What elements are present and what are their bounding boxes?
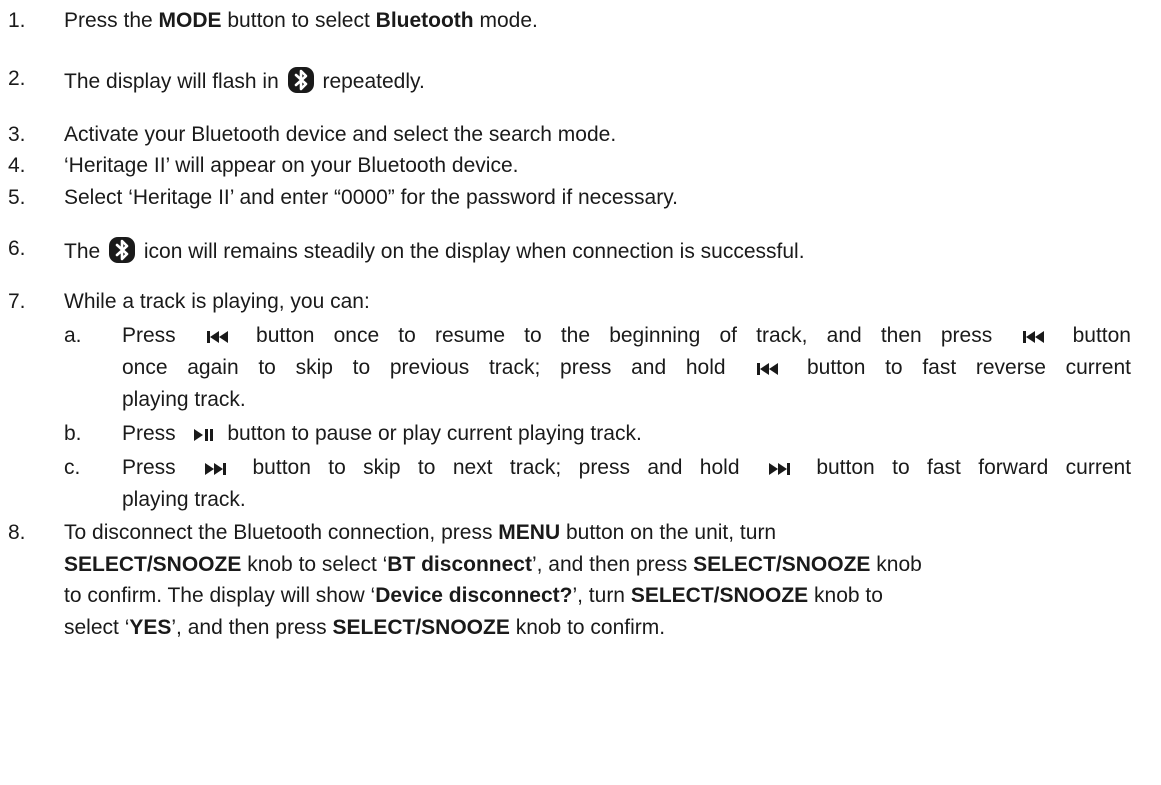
text: To disconnect the Bluetooth connection, …	[64, 521, 499, 544]
text: The	[64, 240, 101, 263]
substep-letter: b.	[64, 422, 82, 445]
bluetooth-icon	[287, 67, 314, 93]
substep-b-line-1: Press button to pause or play current pl…	[122, 421, 642, 447]
text: select ‘	[64, 616, 130, 639]
select-snooze-keyword: SELECT/SNOOZE	[693, 553, 871, 576]
step-4-text: ‘Heritage II’ will appear on your Blueto…	[64, 154, 519, 177]
text: button once to resume to the beginning o…	[256, 324, 993, 347]
text: repeatedly.	[322, 70, 425, 93]
step-2-text: The display will flash in repeatedly.	[64, 66, 425, 95]
step-number: 2.	[8, 67, 26, 90]
text: knob to select ‘	[241, 553, 388, 576]
bluetooth-icon	[109, 237, 136, 263]
text: knob	[870, 553, 922, 576]
yes-keyword: YES	[129, 616, 172, 639]
select-snooze-keyword: SELECT/SNOOZE	[64, 553, 242, 576]
play-pause-icon	[193, 429, 213, 441]
text: button to fast reverse current	[806, 356, 1131, 379]
step-number: 6.	[8, 237, 26, 260]
text: mode.	[473, 9, 538, 32]
bluetooth-keyword: Bluetooth	[375, 9, 474, 32]
step-5-text: Select ‘Heritage II’ and enter “0000” fo…	[64, 186, 678, 209]
step-number: 4.	[8, 154, 26, 177]
text: knob to	[808, 584, 883, 607]
step-3-text: Activate your Bluetooth device and selec…	[64, 123, 617, 146]
select-snooze-keyword: SELECT/SNOOZE	[332, 616, 510, 639]
step-8-line-2: SELECT/SNOOZE knob to select ‘BT disconn…	[64, 552, 922, 578]
text: The display will flash in	[64, 70, 279, 93]
text: once again to skip to previous track; pr…	[122, 356, 726, 379]
text: ’, turn	[572, 584, 631, 607]
skip-previous-icon	[206, 331, 228, 343]
text: button to select	[221, 9, 376, 32]
mode-keyword: MODE	[158, 9, 222, 32]
substep-letter: c.	[64, 456, 81, 479]
substep-c-line-1: Press button to skip to next track; pres…	[122, 455, 1131, 481]
text: ’, and then press	[171, 616, 333, 639]
text: button to pause or play current playing …	[227, 422, 642, 445]
text: icon will remains steadily on the displa…	[143, 240, 805, 263]
skip-next-icon	[768, 463, 790, 475]
skip-previous-icon	[757, 363, 779, 375]
step-number: 3.	[8, 123, 26, 146]
step-number: 8.	[8, 521, 26, 544]
text: button	[1072, 324, 1131, 347]
step-number: 7.	[8, 290, 26, 313]
device-disconnect-keyword: Device disconnect?	[375, 584, 573, 607]
substep-a-line-2: once again to skip to previous track; pr…	[122, 355, 1131, 381]
text: button on the unit, turn	[560, 521, 777, 544]
substep-a-line-3: playing track.	[122, 388, 246, 411]
skip-next-icon	[205, 463, 227, 475]
substep-letter: a.	[64, 324, 82, 347]
step-8-line-4: select ‘YES’, and then press SELECT/SNOO…	[64, 615, 665, 641]
step-number: 1.	[8, 9, 26, 32]
step-8-line-1: To disconnect the Bluetooth connection, …	[64, 520, 776, 546]
step-number: 5.	[8, 186, 26, 209]
text: to confirm. The display will show ‘	[64, 584, 376, 607]
text: button to fast forward current	[816, 456, 1132, 479]
text: knob to confirm.	[509, 616, 666, 639]
text: ’, and then press	[531, 553, 694, 576]
text: Press	[122, 456, 176, 479]
step-6-text: The icon will remains steadily on the di…	[64, 236, 805, 265]
select-snooze-keyword: SELECT/SNOOZE	[630, 584, 809, 607]
step-1-text: Press the MODE button to select Bluetoot…	[64, 8, 538, 34]
bt-disconnect-keyword: BT disconnect	[387, 553, 532, 576]
text: Press	[122, 324, 176, 347]
text: Press	[122, 422, 176, 445]
substep-c-line-2: playing track.	[122, 488, 246, 511]
text: button to skip to next track; press and …	[252, 456, 740, 479]
step-7-text: While a track is playing, you can:	[64, 290, 370, 313]
text: Press the	[64, 9, 159, 32]
skip-previous-icon	[1023, 331, 1045, 343]
substep-a-line-1: Press button once to resume to the begin…	[122, 323, 1131, 349]
menu-keyword: MENU	[498, 521, 561, 544]
step-8-line-3: to confirm. The display will show ‘Devic…	[64, 583, 883, 609]
